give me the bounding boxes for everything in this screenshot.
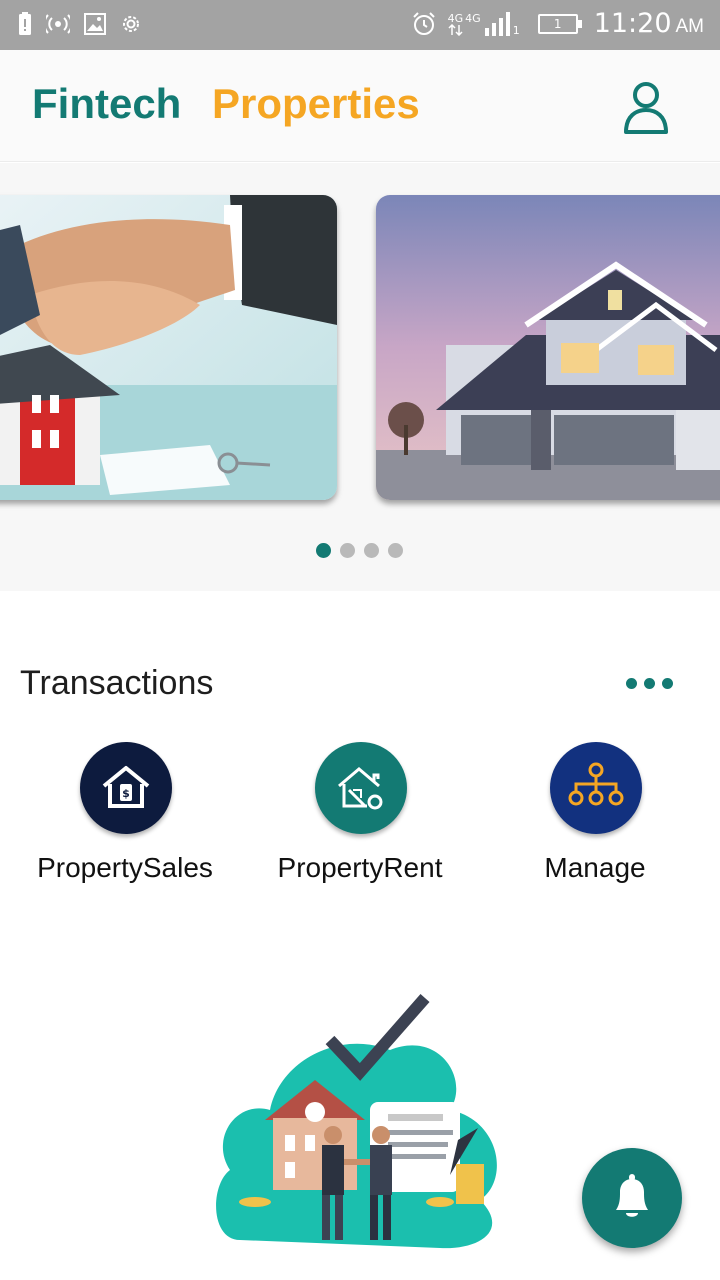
- carousel-slide-house[interactable]: [376, 195, 720, 500]
- app-header: Fintech Properties: [0, 50, 720, 162]
- battery-alert-icon: [19, 12, 31, 35]
- image-carousel[interactable]: [0, 163, 720, 591]
- battery-icon: 1: [537, 13, 582, 34]
- svg-text:$: $: [122, 787, 130, 800]
- property-sales-button[interactable]: $ PropertySales: [5, 742, 245, 892]
- manage-button[interactable]: Manage: [475, 742, 715, 892]
- carousel-slide-handshake[interactable]: [0, 195, 337, 500]
- clock-ampm: AM: [675, 16, 705, 37]
- network-type-2: 4G: [465, 11, 481, 25]
- clock: 11:20 AM: [594, 8, 704, 39]
- hierarchy-icon: [568, 762, 624, 806]
- manage-label: Manage: [544, 852, 646, 883]
- battery-level: 1: [553, 16, 562, 31]
- status-bar: 4G 4G 1 1 11:20 AM: [0, 0, 720, 50]
- property-deal-illustration: [216, 994, 497, 1249]
- section-title: Transactions: [20, 664, 214, 702]
- data-arrows-icon: [448, 23, 463, 36]
- clock-time: 11:20: [593, 8, 672, 39]
- person-icon[interactable]: [622, 80, 670, 136]
- brand-title-primary: Fintech: [32, 80, 182, 127]
- house-key-icon: [338, 767, 383, 810]
- carousel-indicator[interactable]: [316, 543, 403, 558]
- property-rent-label: PropertyRent: [277, 852, 443, 883]
- manage-icon-circle[interactable]: [550, 742, 642, 834]
- more-horizontal-icon[interactable]: [626, 673, 674, 693]
- house-dusk-image: [376, 195, 720, 500]
- settings-icon: [123, 16, 139, 32]
- hotspot-icon: [46, 14, 70, 34]
- sim-slot: 1: [512, 23, 520, 37]
- carousel-dot-1[interactable]: [316, 543, 331, 558]
- property-sales-label: PropertySales: [37, 852, 213, 883]
- handshake-house-image: [0, 195, 337, 500]
- brand-title-secondary: Properties: [212, 80, 420, 127]
- status-left-icons: [18, 12, 142, 36]
- property-rent-icon-circle[interactable]: [315, 742, 407, 834]
- carousel-dot-3[interactable]: [364, 543, 379, 558]
- notifications-button[interactable]: [582, 1148, 682, 1248]
- bell-icon: [616, 1174, 648, 1217]
- image-icon: [84, 13, 106, 35]
- carousel-dot-4[interactable]: [388, 543, 403, 558]
- network-indicator: 4G 4G 1: [447, 11, 520, 37]
- signal-icon: [484, 11, 510, 36]
- network-type-1: 4G: [447, 11, 464, 25]
- house-dollar-icon: $: [102, 766, 150, 808]
- alarm-icon: [412, 11, 435, 35]
- property-rent-button[interactable]: PropertyRent: [240, 742, 480, 892]
- status-right-icons: 4G 4G 1 1 11:20 AM: [412, 8, 704, 39]
- property-sales-icon-circle[interactable]: $: [80, 742, 172, 834]
- carousel-dot-2[interactable]: [340, 543, 355, 558]
